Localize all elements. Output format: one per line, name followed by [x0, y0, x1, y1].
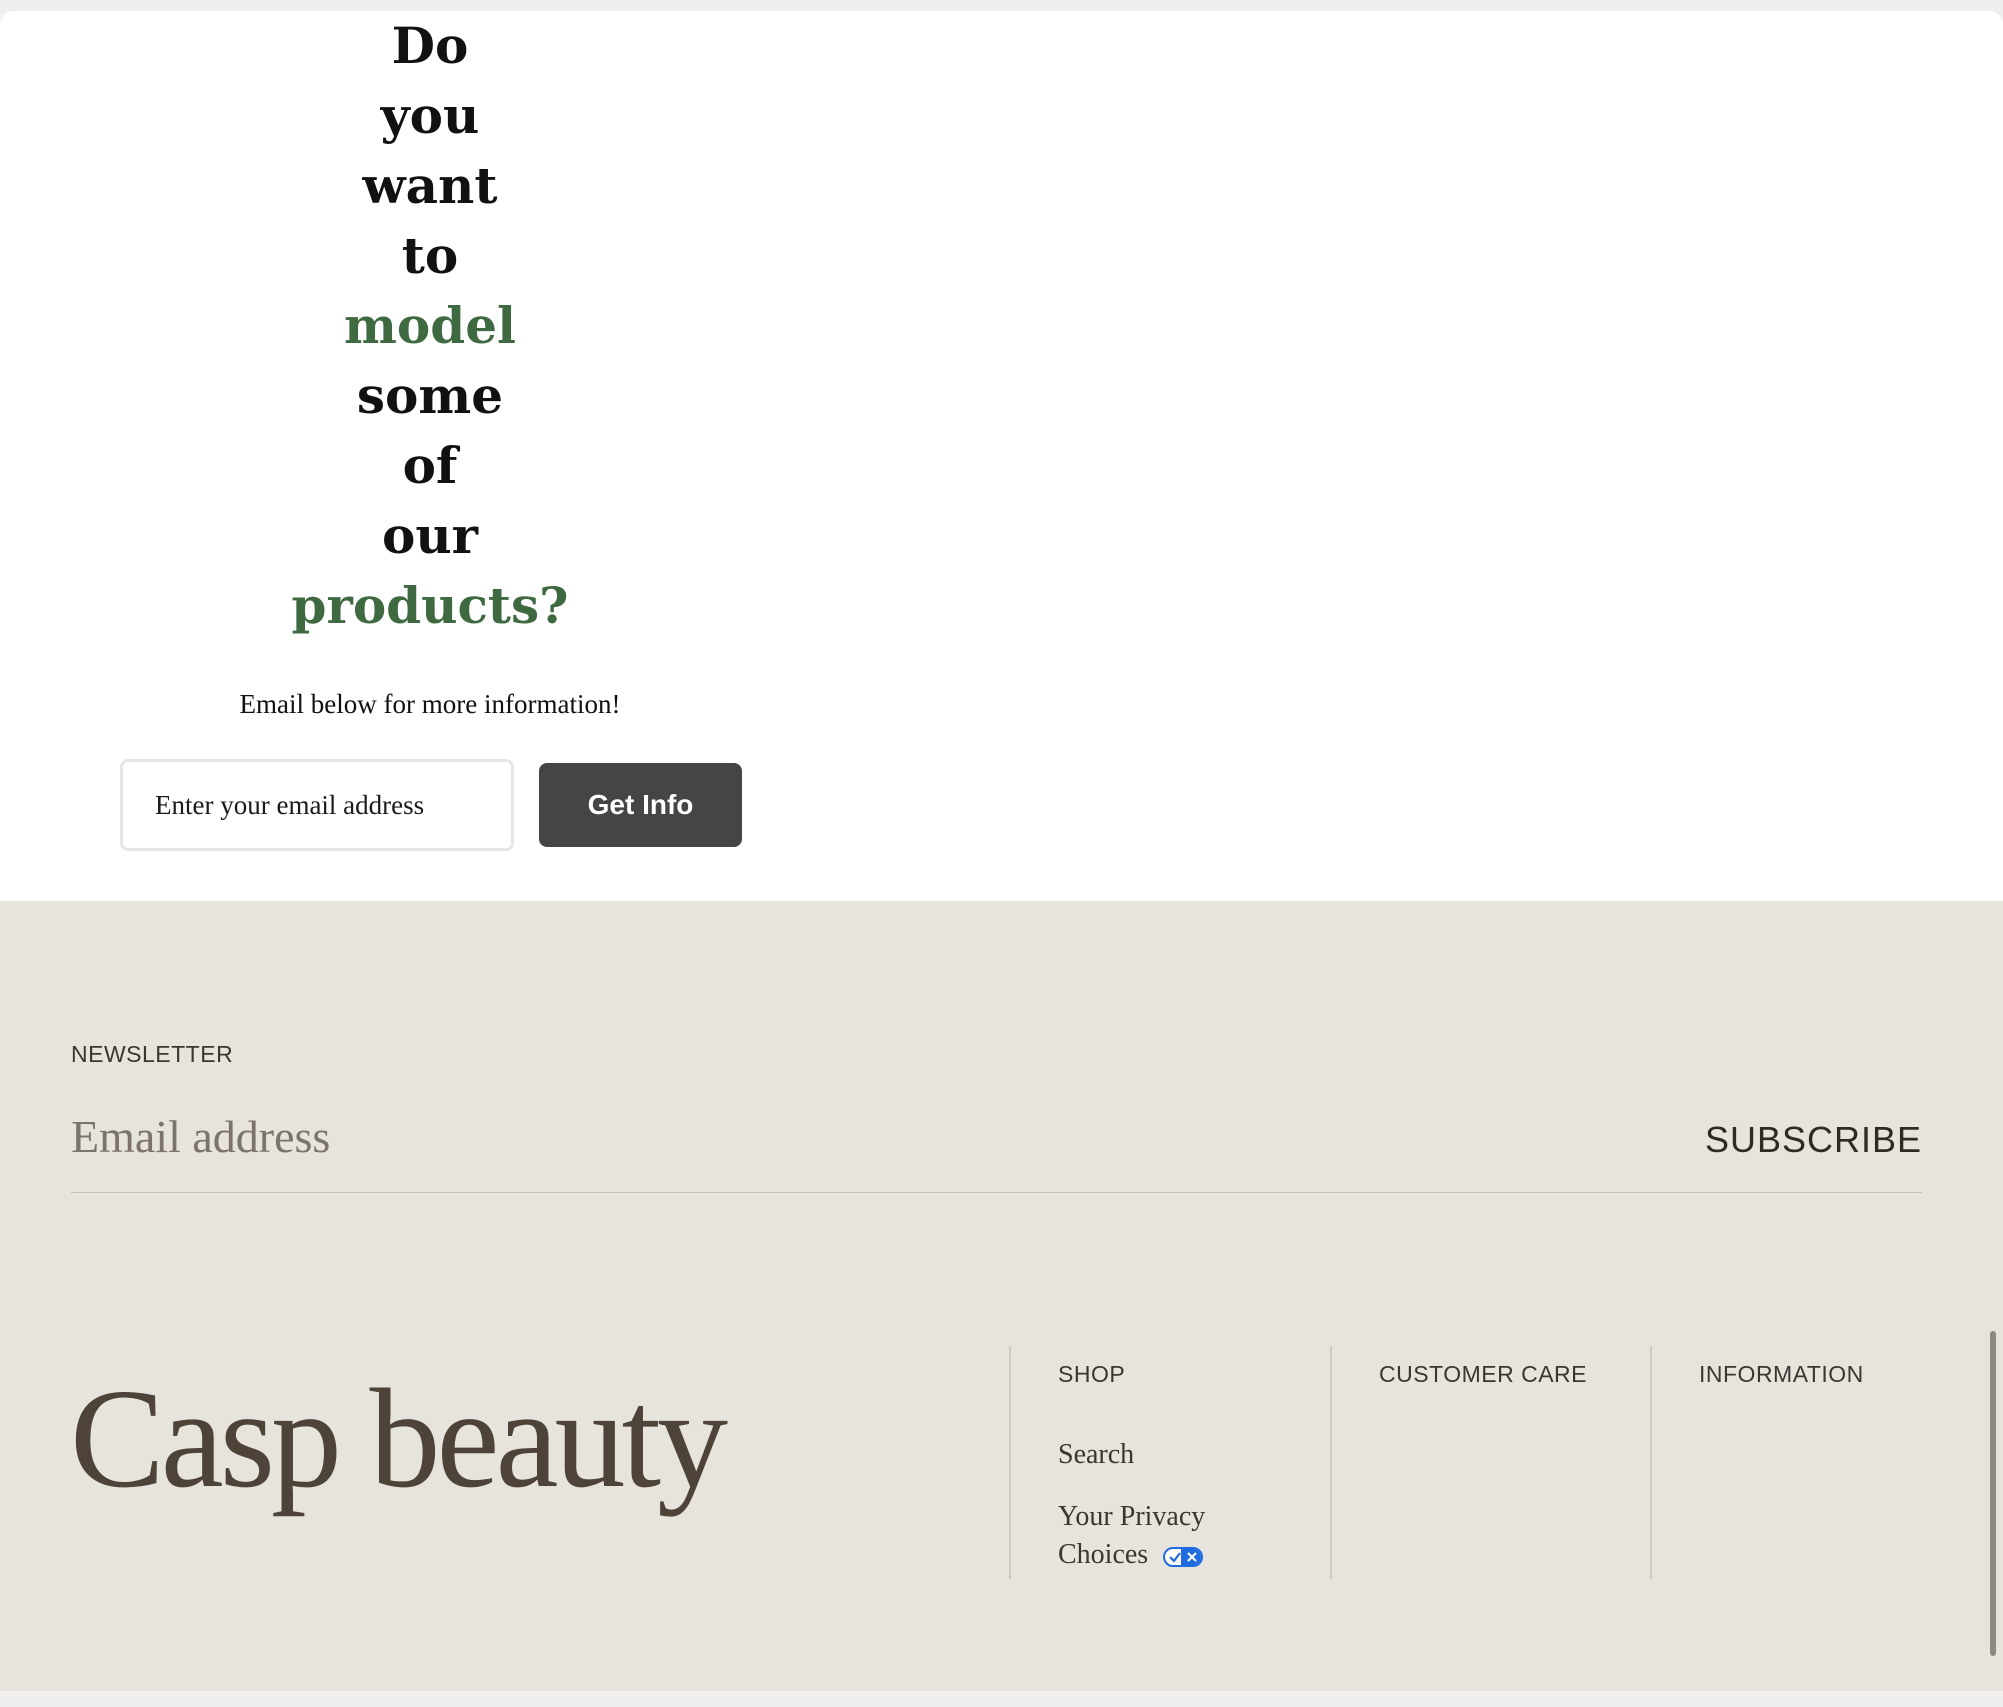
headline-accent-word: products?	[291, 576, 569, 635]
headline-word: of	[402, 436, 458, 495]
shop-links: Search Your Privacy Choices	[1058, 1436, 1248, 1574]
footer-divider	[1009, 1346, 1011, 1579]
subscribe-button[interactable]: SUBSCRIBE	[1705, 1105, 1922, 1175]
headline-word: some	[356, 366, 504, 425]
footer-divider	[1330, 1346, 1332, 1579]
information-heading[interactable]: INFORMATION	[1699, 1361, 1864, 1388]
promo-headline: Do you want to model some of our product…	[180, 11, 680, 641]
newsletter-label: NEWSLETTER	[71, 1041, 234, 1067]
search-link[interactable]: Search	[1058, 1436, 1248, 1474]
site-footer: NEWSLETTER SUBSCRIBE Casp beauty SHOP Se…	[0, 901, 2003, 1691]
headline-word: you	[380, 86, 480, 145]
customer-care-heading[interactable]: CUSTOMER CARE	[1379, 1361, 1587, 1388]
promo-subtext: Email below for more information!	[239, 689, 621, 719]
newsletter-email-input[interactable]	[71, 1101, 1371, 1171]
headline-word: to	[401, 226, 459, 285]
brand-logo[interactable]: Casp beauty	[70, 1358, 728, 1518]
footer-divider	[1650, 1346, 1652, 1579]
page-frame: Do you want to model some of our product…	[0, 11, 2003, 1691]
promo-section: Do you want to model some of our product…	[0, 11, 2003, 901]
privacy-options-icon	[1163, 1546, 1204, 1567]
footer-column-customer-care: CUSTOMER CARE	[1379, 1361, 1587, 1388]
headline-word: our	[381, 506, 479, 565]
privacy-choices-link[interactable]: Your Privacy Choices	[1058, 1498, 1248, 1574]
footer-column-information: INFORMATION	[1699, 1361, 1864, 1388]
headline-word: want	[362, 156, 498, 215]
promo-email-input[interactable]	[120, 759, 514, 851]
newsletter-form: SUBSCRIBE	[71, 1091, 1922, 1193]
footer-column-shop: SHOP Search Your Privacy Choices	[1058, 1361, 1248, 1598]
headline-accent-word: model	[343, 296, 517, 355]
get-info-button[interactable]: Get Info	[539, 763, 742, 847]
page-scrollbar-thumb[interactable]	[1990, 1331, 1996, 1656]
shop-heading[interactable]: SHOP	[1058, 1361, 1248, 1388]
headline-word: Do	[391, 16, 469, 75]
